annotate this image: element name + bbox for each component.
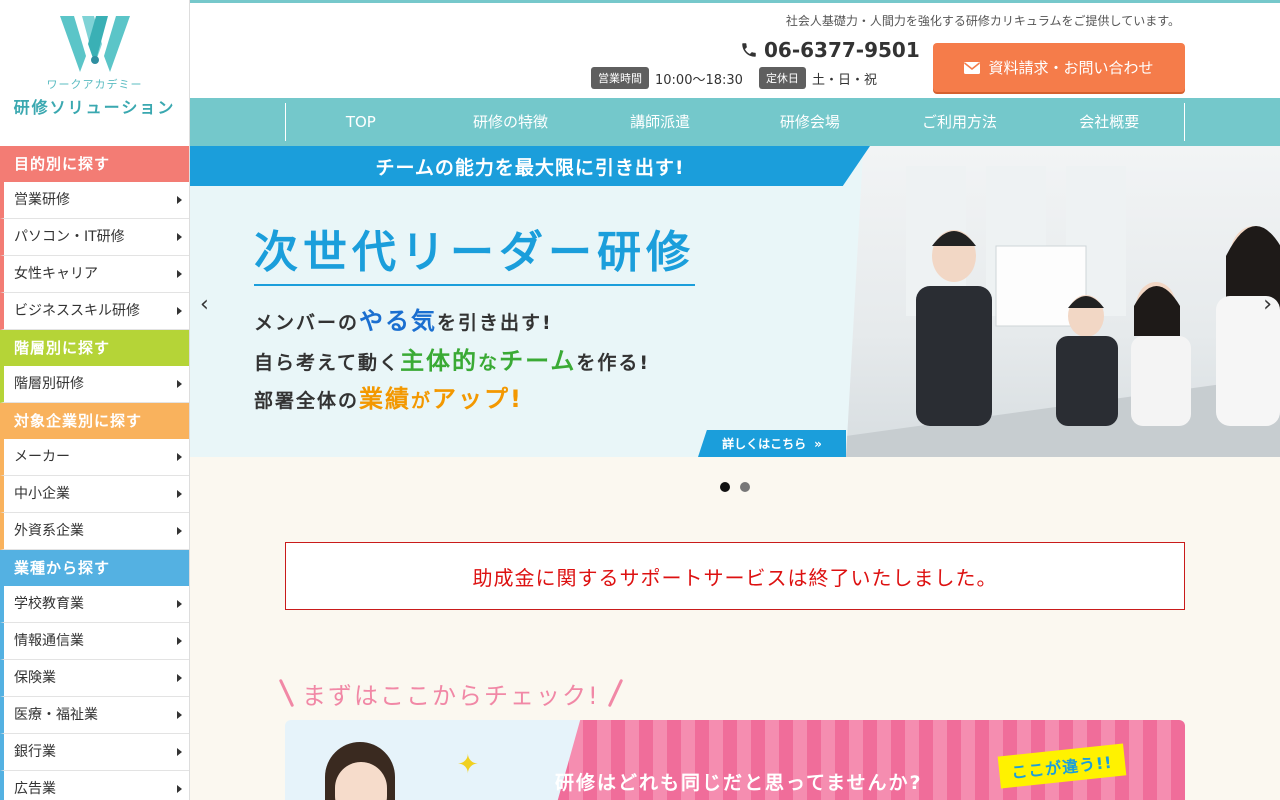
- logo[interactable]: ワークアカデミー 研修ソリューション: [0, 0, 189, 146]
- sidebar-item-education[interactable]: 学校教育業: [0, 586, 189, 623]
- meeting-photo-image: [846, 166, 1280, 457]
- sidebar-item-women-career[interactable]: 女性キャリア: [0, 256, 189, 293]
- hero-line-1: メンバーのやる気を引き出す!: [254, 307, 553, 335]
- caret-right-icon: [177, 600, 182, 608]
- caret-right-icon: [177, 196, 182, 204]
- sidebar-item-label: 学校教育業: [14, 596, 84, 612]
- check-heading: まずはここからチェック!: [278, 673, 685, 713]
- sidebar-item-bank[interactable]: 銀行業: [0, 734, 189, 771]
- hero-more-button[interactable]: 詳しくはこちら »: [698, 430, 846, 457]
- caret-right-icon: [177, 711, 182, 719]
- sidebar-item-sales[interactable]: 営業研修: [0, 182, 189, 219]
- notice-box: 助成金に関するサポートサービスは終了いたしました。: [285, 542, 1185, 610]
- main-nav: TOP 研修の特徴 講師派遣 研修会場 ご利用方法 会社概要: [190, 98, 1280, 146]
- sidebar-item-telecom[interactable]: 情報通信業: [0, 623, 189, 660]
- hero-slider[interactable]: チームの能力を最大限に引き出す! 次世代リーダー研修 メンバーのやる気を引き出す…: [190, 146, 1280, 457]
- phone-text: 06-6377-9501: [764, 38, 920, 62]
- check-banner[interactable]: ✦ 研修はどれも同じだと思ってませんか? ここが違う!!: [285, 720, 1185, 800]
- slider-dot-1[interactable]: [720, 482, 730, 492]
- sidebar-item-label: 階層別研修: [14, 376, 84, 392]
- hero-more-label: 詳しくはこちら: [722, 437, 807, 451]
- sidebar: ワークアカデミー 研修ソリューション 目的別に探す 営業研修 パソコン・IT研修…: [0, 0, 190, 800]
- nav-instructor[interactable]: 講師派遣: [585, 103, 735, 141]
- logo-w-icon: [59, 16, 130, 72]
- hero-title: 次世代リーダー研修: [254, 216, 695, 286]
- sidebar-item-advertising[interactable]: 広告業: [0, 771, 189, 800]
- category-purpose-heading: 目的別に探す: [0, 146, 189, 182]
- sidebar-item-insurance[interactable]: 保険業: [0, 660, 189, 697]
- header: 社会人基礎力・人間力を強化する研修カリキュラムをご提供しています。 06-637…: [190, 0, 1280, 98]
- hero-photo: [846, 146, 1280, 457]
- sidebar-item-label: ビジネススキル研修: [14, 303, 140, 319]
- caret-right-icon: [177, 674, 182, 682]
- caret-right-icon: [177, 453, 182, 461]
- sidebar-item-medical[interactable]: 医療・福祉業: [0, 697, 189, 734]
- sidebar-item-label: 営業研修: [14, 192, 70, 208]
- slash-decoration-icon: [607, 678, 623, 708]
- sidebar-item-sme[interactable]: 中小企業: [0, 476, 189, 513]
- nav-venue[interactable]: 研修会場: [735, 103, 885, 141]
- hero-line-2: 自ら考えて動く主体的なチームを作る!: [254, 347, 651, 375]
- logo-title: 研修ソリューション: [13, 98, 176, 117]
- closed-tag: 定休日: [758, 67, 806, 89]
- sidebar-item-label: メーカー: [14, 449, 70, 465]
- caret-right-icon: [177, 748, 182, 756]
- nav-usage[interactable]: ご利用方法: [885, 103, 1035, 141]
- sidebar-item-label: 医療・福祉業: [14, 707, 98, 723]
- double-chevron-right-icon: »: [814, 436, 822, 451]
- slider-dot-2[interactable]: [740, 482, 750, 492]
- category-industry-heading: 業種から探す: [0, 550, 189, 586]
- contact-button-label: 資料請求・お問い合わせ: [988, 59, 1154, 77]
- nav-company[interactable]: 会社概要: [1034, 103, 1184, 141]
- check-banner-text: 研修はどれも同じだと思ってませんか?: [555, 772, 923, 794]
- caret-right-icon: [177, 307, 182, 315]
- sidebar-item-label: 広告業: [14, 781, 56, 797]
- contact-button[interactable]: 資料請求・お問い合わせ: [933, 43, 1185, 92]
- slash-decoration-icon: [278, 678, 295, 708]
- caret-right-icon: [177, 785, 182, 793]
- slider-dots: [720, 482, 750, 492]
- sidebar-item-pc-it[interactable]: パソコン・IT研修: [0, 219, 189, 256]
- header-tagline: 社会人基礎力・人間力を強化する研修カリキュラムをご提供しています。: [785, 14, 1180, 28]
- sidebar-item-label: 中小企業: [14, 486, 70, 502]
- sidebar-item-label: 女性キャリア: [14, 266, 98, 282]
- sidebar-item-label: 保険業: [14, 670, 56, 686]
- caret-right-icon: [177, 270, 182, 278]
- sidebar-item-business-skill[interactable]: ビジネススキル研修: [0, 293, 189, 330]
- sidebar-item-maker[interactable]: メーカー: [0, 439, 189, 476]
- sidebar-item-label: 銀行業: [14, 744, 56, 760]
- business-hours: 営業時間 10:00〜18:30 定休日 土・日・祝: [591, 67, 877, 89]
- sidebar-item-label: 情報通信業: [14, 633, 84, 649]
- category-level-heading: 階層別に探す: [0, 330, 189, 366]
- sparkle-icon: ✦: [457, 750, 479, 780]
- hero-line-3: 部署全体の業績がアップ!: [254, 385, 523, 413]
- caret-right-icon: [177, 527, 182, 535]
- sidebar-item-level-training[interactable]: 階層別研修: [0, 366, 189, 403]
- hours-tag: 営業時間: [591, 67, 649, 89]
- check-heading-text: まずはここからチェック!: [302, 681, 600, 710]
- caret-right-icon: [177, 490, 182, 498]
- logo-subtitle: ワークアカデミー: [46, 78, 143, 91]
- hero-banner: チームの能力を最大限に引き出す!: [190, 146, 870, 186]
- slider-prev-button[interactable]: ‹: [200, 292, 209, 317]
- category-company-heading: 対象企業別に探す: [0, 403, 189, 439]
- phone-number[interactable]: 06-6377-9501: [740, 38, 920, 62]
- hours-value: 10:00〜18:30: [655, 72, 743, 88]
- nav-top[interactable]: TOP: [286, 103, 436, 141]
- sidebar-item-foreign[interactable]: 外資系企業: [0, 513, 189, 550]
- envelope-icon: [964, 61, 981, 74]
- nav-features[interactable]: 研修の特徴: [436, 103, 586, 141]
- caret-right-icon: [177, 380, 182, 388]
- sidebar-item-label: 外資系企業: [14, 523, 84, 539]
- caret-right-icon: [177, 637, 182, 645]
- phone-icon: [742, 43, 756, 57]
- sidebar-item-label: パソコン・IT研修: [14, 229, 125, 245]
- caret-right-icon: [177, 233, 182, 241]
- slider-next-button[interactable]: ›: [1263, 292, 1272, 317]
- closed-value: 土・日・祝: [811, 72, 877, 88]
